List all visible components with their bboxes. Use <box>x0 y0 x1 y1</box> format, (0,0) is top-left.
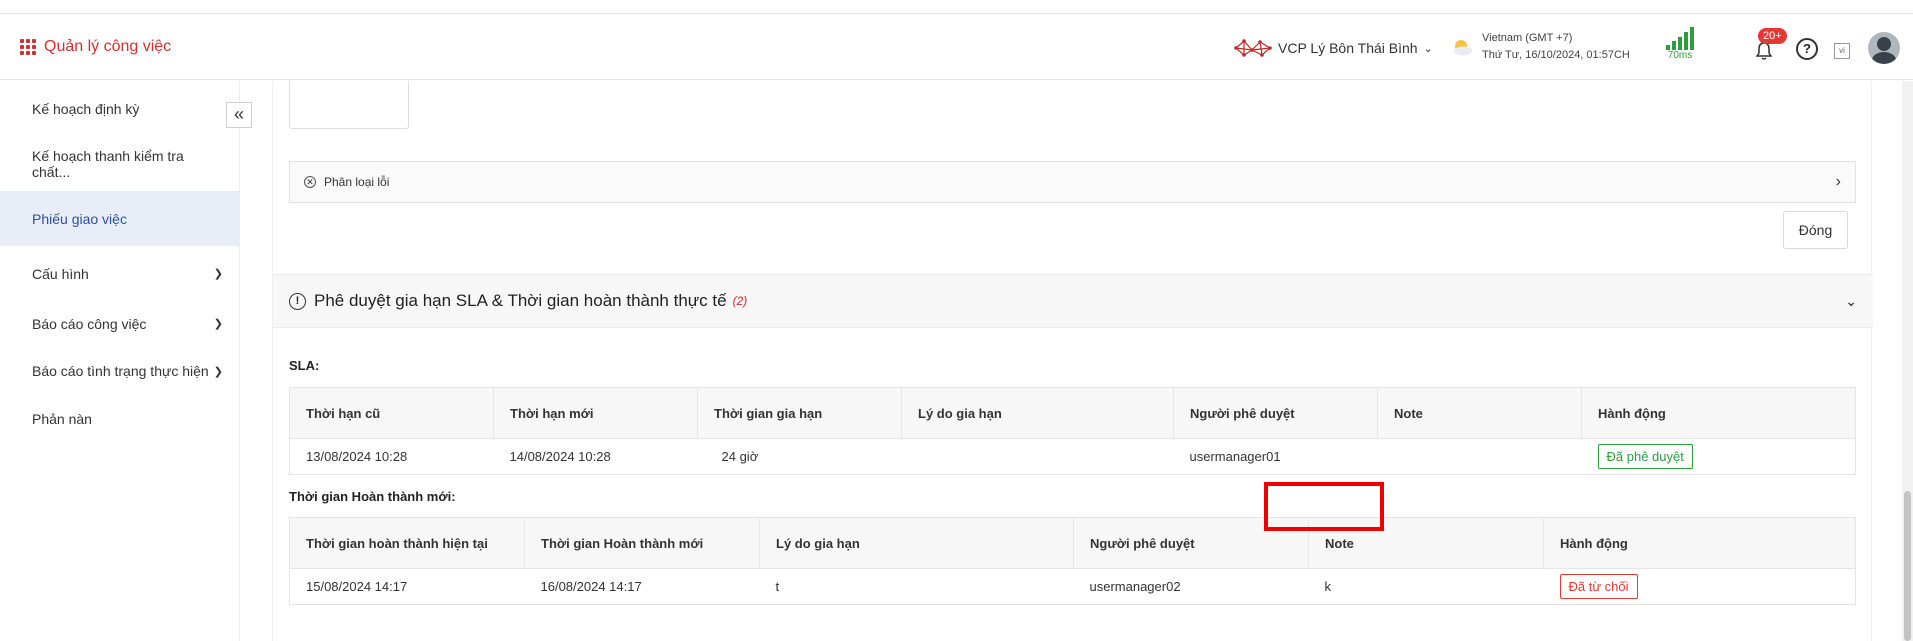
sidebar-item-config[interactable]: Cấu hình ❯ <box>0 246 239 301</box>
sidebar-item-work-report[interactable]: Báo cáo công việc ❯ <box>0 301 239 346</box>
section-title: Phê duyệt gia hạn SLA & Thời gian hoàn t… <box>314 291 727 310</box>
completion-table: Thời gian hoàn thành hiện tại Thời gian … <box>289 517 1856 605</box>
sla-table: Thời hạn cũ Thời hạn mới Thời gian gia h… <box>289 387 1856 475</box>
notification-badge[interactable]: 20+ <box>1758 28 1787 44</box>
vertical-scrollbar[interactable] <box>1902 81 1913 641</box>
timezone-label: Vietnam (GMT +7) <box>1482 32 1573 44</box>
chevron-down-icon: ❯ <box>213 268 223 280</box>
avatar[interactable] <box>1868 32 1900 64</box>
table-header-row: Thời hạn cũ Thời hạn mới Thời gian gia h… <box>289 387 1856 439</box>
sidebar-item-label: Kế hoạch định kỳ <box>32 100 140 117</box>
chevron-down-icon: ❯ <box>213 318 223 330</box>
sidebar-item-label: Phản nàn <box>32 410 92 427</box>
weather-time-widget: Vietnam (GMT +7) Thứ Tư, 16/10/2024, 01:… <box>1450 30 1630 64</box>
extension-reason-cell: t <box>759 568 1074 605</box>
note-cell <box>1377 438 1582 475</box>
app-brand[interactable]: Quản lý công việc <box>20 38 171 56</box>
column-header: Lý do gia hạn <box>759 517 1074 569</box>
rejected-status-button[interactable]: Đã từ chối <box>1559 574 1638 599</box>
extension-duration-cell: 24 giờ <box>697 438 902 475</box>
sidebar-item-label: Báo cáo công việc <box>32 315 147 332</box>
sidebar: Kế hoạch định kỳ Kế hoạch thanh kiểm tra… <box>0 81 240 641</box>
action-cell: Đã từ chối <box>1543 568 1856 605</box>
sla-approval-section-header[interactable]: ! Phê duyệt gia hạn SLA & Thời gian hoàn… <box>273 274 1873 328</box>
table-row: 15/08/2024 14:17 16/08/2024 14:17 t user… <box>289 568 1856 605</box>
column-header: Thời gian hoàn thành hiện tại <box>289 517 525 569</box>
error-classification-row[interactable]: ✕ Phân loại lỗi › <box>289 161 1856 203</box>
error-classification-label: Phân loại lỗi <box>324 175 390 189</box>
column-header: Lý do gia hạn <box>901 387 1174 439</box>
sidebar-collapse-button[interactable]: « <box>226 102 252 128</box>
column-header: Thời hạn cũ <box>289 387 494 439</box>
sidebar-item-label: Cấu hình <box>32 265 89 282</box>
section-count: (2) <box>732 294 748 308</box>
sidebar-item-quality-inspection[interactable]: Kế hoạch thanh kiểm tra chất... <box>0 136 239 191</box>
approver-cell: usermanager01 <box>1173 438 1378 475</box>
column-header: Hành động <box>1581 387 1856 439</box>
main-content: ✕ Phân loại lỗi › Đóng ! Phê duyệt gia h… <box>272 81 1873 641</box>
org-name: VCP Lý Bôn Thái Bình <box>1278 40 1418 56</box>
note-cell: k <box>1308 568 1544 605</box>
sidebar-item-work-ticket[interactable]: Phiếu giao việc <box>0 191 239 246</box>
sidebar-item-label: Báo cáo tình trạng thực hiện <box>32 363 209 379</box>
top-strip <box>0 0 1913 14</box>
chevron-right-icon: › <box>1835 173 1841 190</box>
column-header: Thời gian Hoàn thành mới <box>524 517 760 569</box>
approved-status-button[interactable]: Đã phê duyệt <box>1597 444 1693 469</box>
sidebar-item-label: Kế hoạch thanh kiểm tra chất... <box>32 147 184 180</box>
network-signal: 70ms <box>1666 26 1694 61</box>
help-icon[interactable]: ? <box>1796 38 1818 60</box>
new-deadline-cell: 14/08/2024 10:28 <box>493 438 698 475</box>
org-selector[interactable]: VCP Lý Bôn Thái Bình ⌄ <box>1234 38 1433 58</box>
attachment-thumbnail[interactable] <box>289 81 409 129</box>
table-header-row: Thời gian hoàn thành hiện tại Thời gian … <box>289 517 1856 569</box>
new-completion-cell: 16/08/2024 14:17 <box>524 568 760 605</box>
column-header: Note <box>1377 387 1582 439</box>
datetime-label: Thứ Tư, 16/10/2024, 01:57CH <box>1482 49 1630 61</box>
highlight-box <box>1264 482 1384 531</box>
close-button[interactable]: Đóng <box>1783 211 1848 249</box>
column-header: Người phê duyệt <box>1173 387 1378 439</box>
current-completion-cell: 15/08/2024 14:17 <box>289 568 525 605</box>
sidebar-item-complaints[interactable]: Phản nàn <box>0 396 239 441</box>
sla-label: SLA: <box>289 358 320 373</box>
info-icon: ! <box>289 292 306 310</box>
column-header: Thời gian gia hạn <box>697 387 902 439</box>
chevron-down-icon: ❯ <box>213 365 223 378</box>
chevron-down-icon: ⌄ <box>1423 42 1433 55</box>
network-logo-icon <box>1234 39 1272 57</box>
sidebar-item-label: Phiếu giao việc <box>32 210 127 227</box>
close-circle-icon: ✕ <box>304 176 316 188</box>
app-title: Quản lý công việc <box>44 38 172 55</box>
column-header: Thời hạn mới <box>493 387 698 439</box>
signal-bars-icon <box>1666 26 1694 50</box>
table-row: 13/08/2024 10:28 14/08/2024 10:28 24 giờ… <box>289 438 1856 475</box>
sidebar-item-periodic-plan[interactable]: Kế hoạch định kỳ <box>0 81 239 136</box>
latency-label: 70ms <box>1667 50 1693 61</box>
approver-cell: usermanager02 <box>1073 568 1309 605</box>
old-deadline-cell: 13/08/2024 10:28 <box>289 438 494 475</box>
bell-icon[interactable] <box>1755 42 1773 63</box>
sidebar-item-status-report[interactable]: Báo cáo tình trạng thực hiện ❯ <box>0 346 239 396</box>
chevron-down-icon: ⌄ <box>1845 292 1857 309</box>
scrollbar-thumb[interactable] <box>1904 491 1911 641</box>
column-header: Hành động <box>1543 517 1856 569</box>
extension-reason-cell <box>901 438 1174 475</box>
apps-grid-icon[interactable] <box>20 39 36 55</box>
weather-sun-icon <box>1454 40 1472 56</box>
app-header: Quản lý công việc VCP Lý Bôn Thái Bình ⌄… <box>0 14 1913 80</box>
completion-label: Thời gian Hoàn thành mới: <box>289 489 456 504</box>
language-switcher[interactable]: vi <box>1834 43 1850 59</box>
action-cell: Đã phê duyệt <box>1581 438 1856 475</box>
